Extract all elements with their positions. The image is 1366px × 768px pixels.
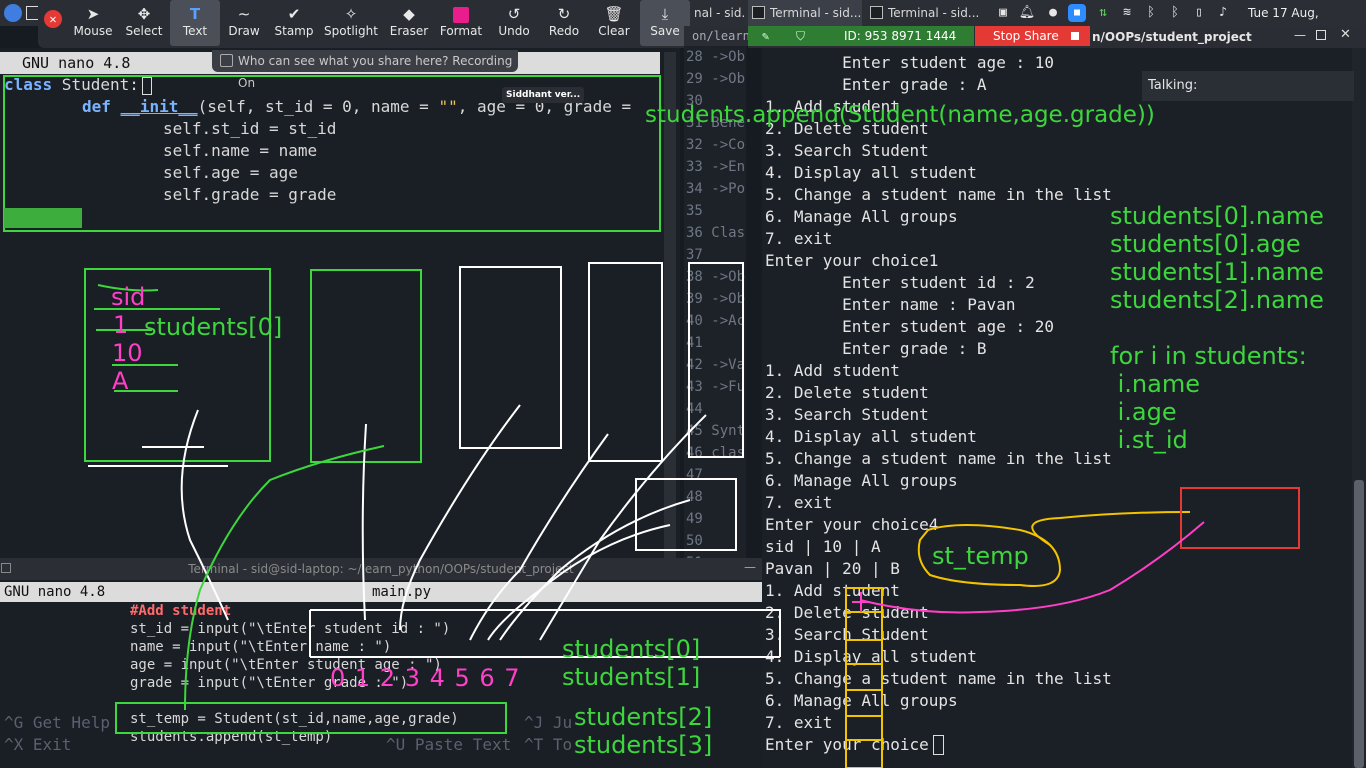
- annotation-students-0: students[0]: [562, 635, 701, 663]
- annotation-for-age: i.age: [1110, 398, 1177, 426]
- annotation-box-value-id: 1: [113, 311, 129, 339]
- object-box-3: [459, 266, 562, 449]
- annotation-append-call: students.append(Student(name,age.grade)): [645, 102, 1155, 128]
- annotation-list-item-4: students[2].name: [1110, 286, 1324, 314]
- annotation-students-2: students[2]: [574, 703, 713, 731]
- annotation-index-numbers: 0 1 2 3 4 5 6 7: [330, 664, 520, 692]
- annotation-st-temp: st_temp: [932, 542, 1029, 570]
- arrow-curve-6: [499, 499, 691, 641]
- st-temp-loop: [1031, 511, 1191, 546]
- class-highlight-fill: [4, 208, 82, 228]
- arrow-curve-7: [487, 524, 671, 641]
- arrow-curve-2: [361, 423, 367, 621]
- object-box-4: [588, 262, 663, 462]
- annotation-for-name: i.name: [1110, 370, 1200, 398]
- class-highlight-box: [3, 75, 661, 232]
- pink-pointer-line: [859, 521, 1205, 614]
- red-object-box: [1180, 487, 1300, 549]
- annotation-box-value-age: 10: [112, 339, 143, 367]
- annotation-for-loop: for i in students:: [1110, 342, 1307, 370]
- annotation-for-stid: i.st_id: [1110, 426, 1188, 454]
- annotation-box-value-grade: A: [112, 367, 129, 395]
- annotation-list-item-2: students[0].age: [1110, 230, 1301, 258]
- arrow-curve-1: [180, 409, 229, 621]
- annotation-list-item-3: students[1].name: [1110, 258, 1324, 286]
- annotation-students0: students[0]: [144, 313, 283, 341]
- st-temp-highlight-box: [115, 702, 507, 734]
- annotation-list-item-1: students[0].name: [1110, 202, 1324, 230]
- annotation-students-3: students[3]: [574, 731, 713, 759]
- annotation-box-value-sid: sid: [111, 283, 146, 311]
- object-box-5: [688, 262, 744, 458]
- annotation-students-1: students[1]: [562, 663, 701, 691]
